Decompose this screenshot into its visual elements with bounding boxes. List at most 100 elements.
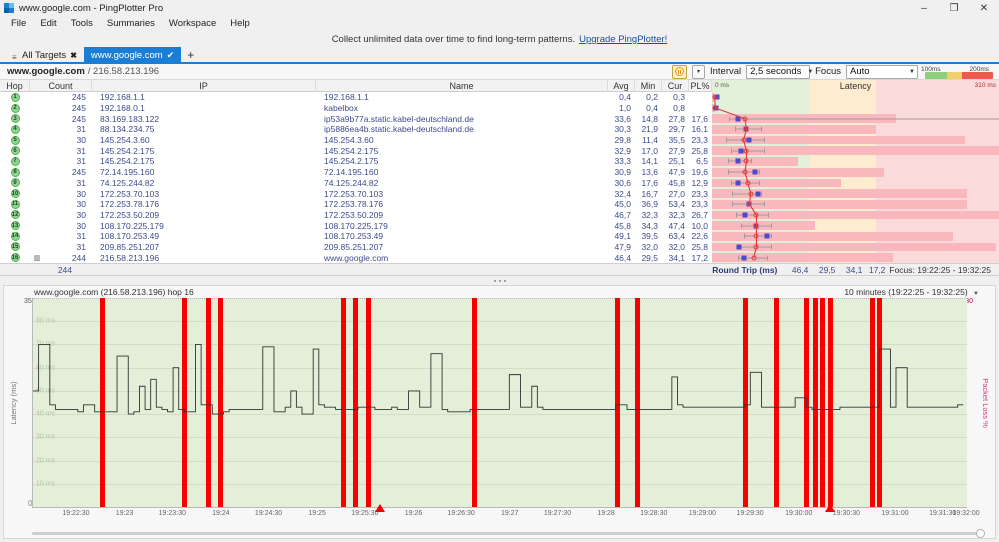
range-whisker bbox=[764, 138, 765, 143]
table-row[interactable]: 631145.254.2.175145.254.2.17532,917,027,… bbox=[0, 145, 999, 156]
close-button[interactable]: ✕ bbox=[969, 0, 999, 16]
col-name[interactable]: Name bbox=[316, 80, 608, 92]
interval-select[interactable]: 2,5 seconds ▼ bbox=[746, 65, 810, 79]
latency-lane[interactable] bbox=[712, 252, 999, 263]
col-count[interactable]: Count bbox=[30, 80, 92, 92]
current-marker-icon bbox=[751, 255, 756, 260]
hop-table: Hop Count IP Name Avg Min Cur PL% 0 ms L… bbox=[0, 80, 999, 263]
row-chart-icon[interactable]: ▥ bbox=[30, 254, 44, 262]
table-row[interactable]: 824572.14.195.16072.14.195.16030,913,647… bbox=[0, 167, 999, 178]
hop-badge: 9 bbox=[11, 178, 20, 187]
current-marker-icon bbox=[743, 116, 748, 121]
latency-lane[interactable] bbox=[712, 199, 999, 210]
menu-file[interactable]: File bbox=[4, 16, 33, 31]
min-marker-icon bbox=[755, 191, 760, 196]
col-latency[interactable]: 0 ms Latency 310 ms bbox=[712, 80, 999, 92]
table-row[interactable]: 530145.254.3.60145.254.3.6029,811,435,52… bbox=[0, 135, 999, 146]
table-row[interactable]: 93174.125.244.8274.125.244.8230,617,645,… bbox=[0, 178, 999, 189]
table-row[interactable]: 1030172.253.70.103172.253.70.10332,416,7… bbox=[0, 188, 999, 199]
latency-lane[interactable] bbox=[712, 145, 999, 156]
plot-area-outer: 35 0 30 Latency (ms) Packet Loss % 80 ms… bbox=[4, 298, 995, 508]
latency-lane[interactable] bbox=[712, 103, 999, 114]
cell-cur: 63,4 bbox=[662, 231, 689, 241]
latency-lane[interactable] bbox=[712, 92, 999, 103]
menu-summaries[interactable]: Summaries bbox=[100, 16, 162, 31]
menu-workspace[interactable]: Workspace bbox=[162, 16, 223, 31]
table-row[interactable]: 731145.254.2.175145.254.2.17533,314,125,… bbox=[0, 156, 999, 167]
promo-text: Collect unlimited data over time to find… bbox=[332, 34, 575, 45]
col-min[interactable]: Min bbox=[635, 80, 662, 92]
tab-www-google-com[interactable]: www.google.com ✔ bbox=[84, 47, 181, 62]
cell-avg: 0,4 bbox=[608, 92, 635, 102]
table-row[interactable]: 1245192.168.1.1192.168.1.10,40,20,3 bbox=[0, 92, 999, 103]
pause-button[interactable] bbox=[672, 65, 687, 79]
min-marker-icon bbox=[735, 116, 740, 121]
x-axis-label: 19:28:30 bbox=[640, 510, 667, 517]
pause-dropdown-button[interactable]: ▾ bbox=[692, 65, 705, 79]
latency-lane[interactable] bbox=[712, 220, 999, 231]
hop-badge: 5 bbox=[11, 136, 20, 145]
col-cur[interactable]: Cur bbox=[662, 80, 689, 92]
panel-splitter[interactable] bbox=[0, 276, 999, 285]
latency-lane[interactable] bbox=[712, 156, 999, 167]
alert-marker-icon[interactable] bbox=[825, 504, 835, 512]
table-body: 1245192.168.1.1192.168.1.10,40,20,322451… bbox=[0, 92, 999, 263]
latency-lane[interactable] bbox=[712, 242, 999, 253]
table-row[interactable]: 324583.169.183.122ip53a9b77a.static.kabe… bbox=[0, 113, 999, 124]
maximize-button[interactable]: ❐ bbox=[939, 0, 969, 16]
col-avg[interactable]: Avg bbox=[608, 80, 635, 92]
cell-avg: 33,6 bbox=[608, 114, 635, 124]
cell-min: 36,9 bbox=[635, 199, 662, 209]
menu-tools[interactable]: Tools bbox=[64, 16, 100, 31]
latency-lane[interactable] bbox=[712, 210, 999, 221]
cell-count: 30 bbox=[44, 189, 92, 199]
table-row[interactable]: 2245192.168.0.1kabelbox1,00,40,8 bbox=[0, 103, 999, 114]
latency-lane[interactable] bbox=[712, 124, 999, 135]
table-row[interactable]: 16▥244216.58.213.196www.google.com46,429… bbox=[0, 252, 999, 263]
check-icon[interactable]: ✔ bbox=[167, 50, 175, 61]
focus-label: Focus bbox=[815, 66, 841, 77]
cell-min: 14,8 bbox=[635, 114, 662, 124]
range-whisker bbox=[728, 170, 729, 175]
add-tab-button[interactable]: + bbox=[181, 48, 200, 62]
range-whisker bbox=[764, 148, 765, 153]
table-row[interactable]: 43188.134.234.75ip5886ea4b.static.kabel-… bbox=[0, 124, 999, 135]
menu-edit[interactable]: Edit bbox=[33, 16, 63, 31]
upgrade-link[interactable]: Upgrade PingPlotter! bbox=[579, 34, 667, 45]
min-marker-icon bbox=[747, 138, 752, 143]
latency-lane[interactable] bbox=[712, 113, 999, 124]
latency-lane[interactable] bbox=[712, 178, 999, 189]
col-hop[interactable]: Hop bbox=[0, 80, 30, 92]
scrollbar-thumb[interactable] bbox=[976, 529, 985, 538]
hop-number: 12 bbox=[0, 210, 30, 219]
cell-packet-loss: 26,7 bbox=[689, 210, 712, 220]
tab-all-targets[interactable]: All Targets ✖ bbox=[5, 47, 84, 62]
cell-ip: 145.254.3.60 bbox=[92, 135, 316, 145]
table-row[interactable]: 1130172.253.78.176172.253.78.17645,036,9… bbox=[0, 199, 999, 210]
hop-number: 15 bbox=[0, 242, 30, 251]
table-row[interactable]: 1230172.253.50.209172.253.50.20946,732,3… bbox=[0, 210, 999, 221]
minimize-button[interactable]: – bbox=[909, 0, 939, 16]
menu-help[interactable]: Help bbox=[223, 16, 257, 31]
col-ip[interactable]: IP bbox=[92, 80, 316, 92]
col-pl[interactable]: PL% bbox=[689, 80, 712, 92]
latency-lane[interactable] bbox=[712, 167, 999, 178]
range-whisker bbox=[728, 159, 729, 164]
horizontal-scrollbar[interactable] bbox=[32, 528, 985, 538]
plot-area[interactable]: 80 ms70 ms60 ms50 ms40 ms30 ms20 ms10 ms bbox=[32, 298, 967, 508]
cell-count: 31 bbox=[44, 146, 92, 156]
scrollbar-track[interactable] bbox=[32, 532, 980, 535]
cell-name: 145.254.2.175 bbox=[316, 146, 608, 156]
alert-marker-icon[interactable] bbox=[375, 504, 385, 512]
table-row[interactable]: 1431108.170.253.49108.170.253.4949,139,5… bbox=[0, 231, 999, 242]
close-icon[interactable]: ✖ bbox=[70, 51, 77, 60]
latency-lane[interactable] bbox=[712, 135, 999, 146]
latency-lane[interactable] bbox=[712, 188, 999, 199]
cell-name: kabelbox bbox=[316, 103, 608, 113]
focus-select[interactable]: Auto ▼ bbox=[846, 65, 918, 79]
table-row[interactable]: 1531209.85.251.207209.85.251.20747,932,0… bbox=[0, 242, 999, 253]
cell-count: 31 bbox=[44, 231, 92, 241]
table-row[interactable]: 1330108.170.225.179108.170.225.17945,834… bbox=[0, 220, 999, 231]
latency-lane[interactable] bbox=[712, 231, 999, 242]
hop-number: 6 bbox=[0, 146, 30, 155]
